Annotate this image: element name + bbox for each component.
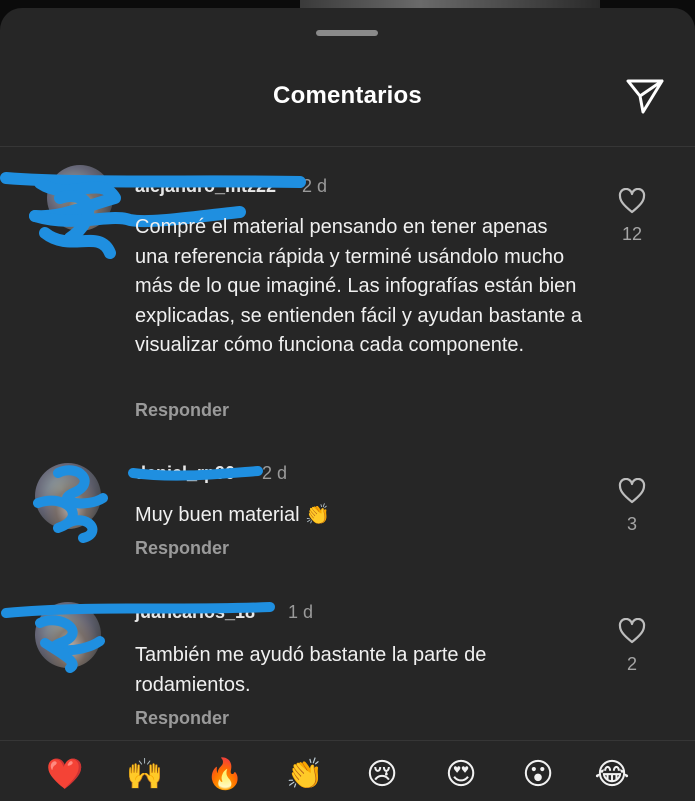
like-button[interactable]: 3 bbox=[612, 478, 652, 535]
avatar[interactable] bbox=[35, 602, 101, 668]
raised-hands-emoji-icon[interactable]: 🙌 bbox=[125, 755, 165, 795]
comment-text: Compré el material pensando en tener ape… bbox=[135, 216, 582, 356]
tears-of-joy-emoji-icon[interactable]: 😂 bbox=[592, 755, 632, 795]
heart-icon bbox=[618, 618, 646, 644]
crying-face-emoji-icon[interactable]: 😢 bbox=[362, 755, 402, 795]
astonished-face-emoji-icon[interactable]: 😮 bbox=[518, 755, 558, 795]
heart-icon bbox=[618, 478, 646, 504]
like-count: 12 bbox=[621, 224, 643, 244]
comment-timestamp: 1 d bbox=[288, 602, 314, 622]
comment-username[interactable]: juancarlos_18 bbox=[135, 602, 255, 623]
drag-handle[interactable] bbox=[316, 30, 378, 36]
emoji-reaction-bar: ❤️ 🙌 🔥 👏 😢 😍 😮 😂 bbox=[0, 740, 695, 801]
avatar[interactable] bbox=[35, 463, 101, 529]
comment-timestamp: 2 d bbox=[262, 463, 288, 483]
like-button[interactable]: 2 bbox=[612, 618, 652, 675]
reply-button[interactable]: Responder bbox=[135, 400, 229, 421]
page-title: Comentarios bbox=[273, 82, 422, 109]
clapping-hands-emoji-icon[interactable]: 👏 bbox=[285, 755, 325, 795]
like-count: 2 bbox=[626, 654, 637, 674]
reply-button[interactable]: Responder bbox=[135, 538, 229, 559]
share-button[interactable] bbox=[622, 76, 666, 116]
like-button[interactable]: 12 bbox=[612, 188, 652, 245]
comment-text: Muy buen material 👏 bbox=[135, 504, 330, 526]
avatar[interactable] bbox=[47, 165, 113, 231]
like-count: 3 bbox=[626, 514, 637, 534]
heart-eyes-emoji-icon[interactable]: 😍 bbox=[441, 755, 481, 795]
reply-button[interactable]: Responder bbox=[135, 708, 229, 729]
comment-timestamp: 2 d bbox=[302, 176, 328, 196]
comment-username[interactable]: daniel_rp90 bbox=[135, 463, 235, 484]
fire-emoji-icon[interactable]: 🔥 bbox=[205, 755, 245, 795]
comment-username[interactable]: alejandro_mtz22 bbox=[135, 176, 276, 197]
comments-sheet: Comentarios alejandro_mtz22 2 d Compré e… bbox=[0, 8, 695, 800]
heart-icon bbox=[618, 188, 646, 214]
heart-emoji-icon[interactable]: ❤️ bbox=[45, 755, 85, 795]
header-divider bbox=[0, 146, 695, 147]
paper-plane-icon bbox=[626, 79, 664, 114]
comment-text: También me ayudó bastante la parte de ro… bbox=[135, 644, 487, 696]
